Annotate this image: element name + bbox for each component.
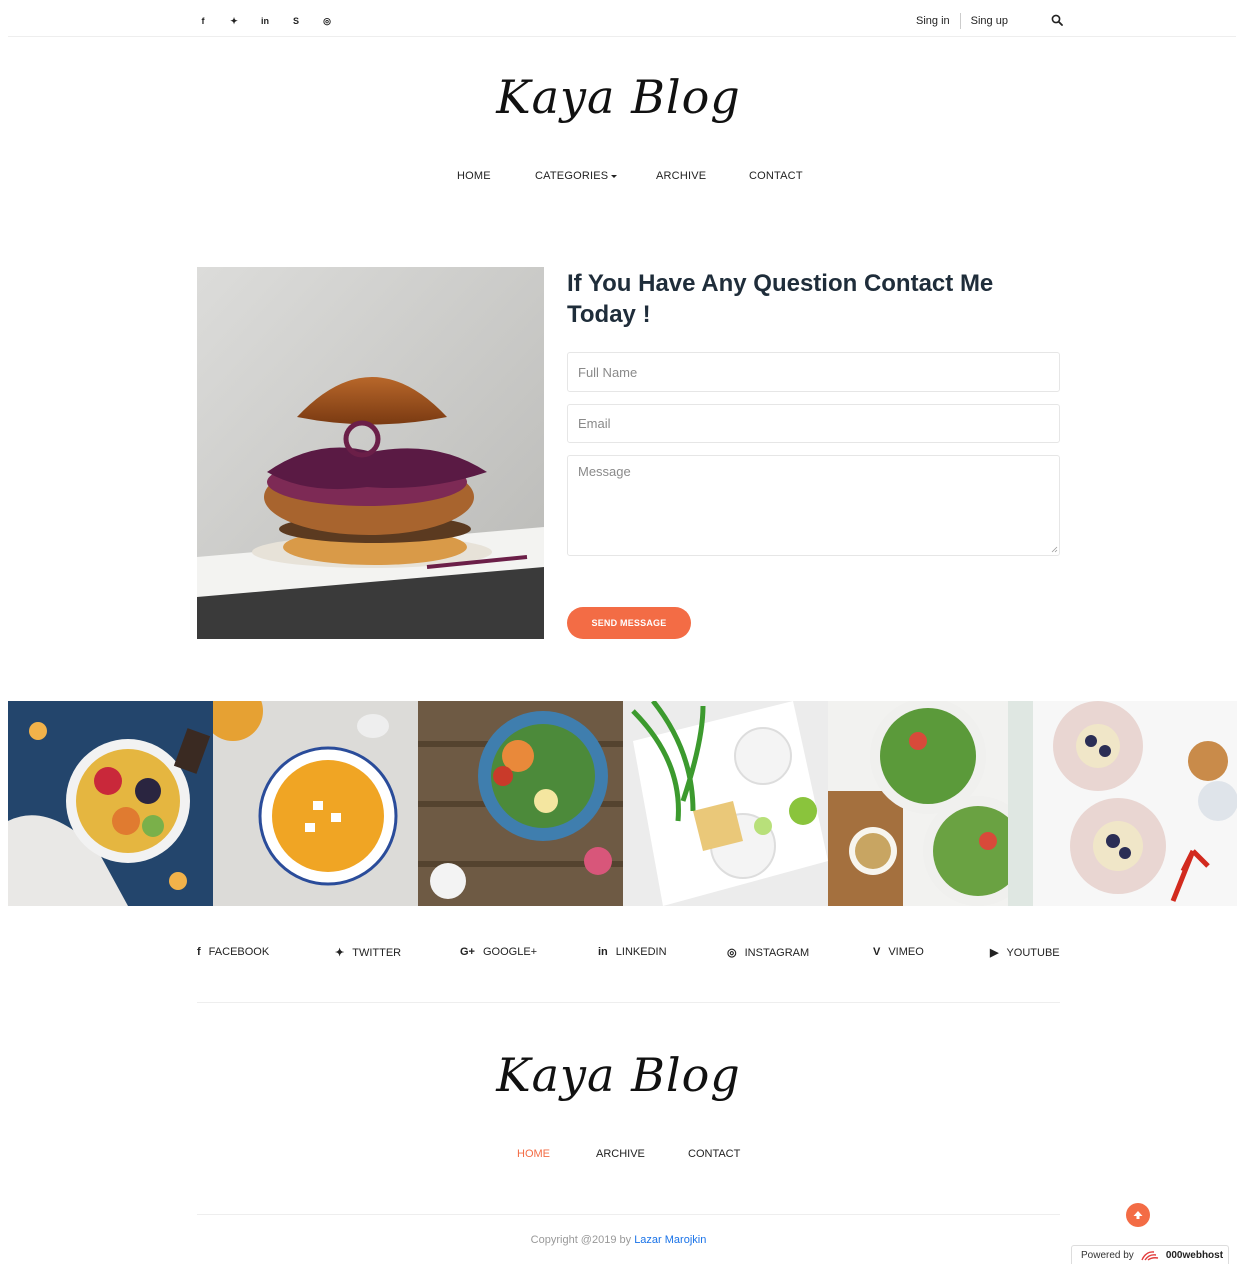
- instagram-label: INSTAGRAM: [744, 946, 810, 959]
- footer-logo[interactable]: Kaya Blog: [0, 1048, 1237, 1102]
- powered-by-brand: 000webhost: [1165, 1249, 1224, 1261]
- skype-icon[interactable]: S: [290, 14, 321, 28]
- gallery-image-pumpkin-soup[interactable]: [213, 701, 418, 906]
- send-message-button[interactable]: SEND MESSAGE: [567, 607, 691, 639]
- contact-title: If You Have Any Question Contact Me Toda…: [567, 270, 994, 328]
- social-links-row: f FACEBOOK ✦ TWITTER G+ GOOGLE+ in LINKEDIN …: [0, 946, 1237, 962]
- top-bar: f ✦ in S ◎ Sing in Sing up: [8, 0, 1236, 37]
- back-to-top-button[interactable]: [1126, 1203, 1150, 1227]
- gallery-image-chicken-salad[interactable]: [828, 701, 1033, 906]
- twitter-link[interactable]: ✦ TWITTER: [335, 946, 402, 960]
- gallery-image-chives-dip[interactable]: [623, 701, 828, 906]
- vimeo-link[interactable]: V VIMEO: [873, 946, 924, 958]
- footer-divider-top: [197, 1002, 1060, 1003]
- instagram-icon: ◎: [727, 947, 737, 959]
- instagram-gallery: [8, 701, 1237, 906]
- copyright: Copyright @2019 by Lazar Marojkin: [0, 1234, 1237, 1246]
- full-name-input[interactable]: [567, 352, 1060, 392]
- facebook-icon: f: [197, 946, 201, 958]
- youtube-icon: ▶: [990, 947, 999, 959]
- vimeo-icon: V: [873, 946, 881, 958]
- webhost-logo-icon: [1141, 1251, 1158, 1261]
- sign-up-link[interactable]: Sing up: [971, 15, 1008, 27]
- gallery-image-salad-bowl[interactable]: [418, 701, 623, 906]
- nav-home[interactable]: HOME: [457, 170, 491, 182]
- youtube-link[interactable]: ▶ YOUTUBE: [990, 946, 1060, 960]
- email-input[interactable]: [567, 404, 1060, 443]
- linkedin-link[interactable]: in LINKEDIN: [598, 946, 667, 958]
- gallery-image-waffles[interactable]: [1033, 701, 1237, 906]
- site-logo[interactable]: Kaya Blog: [0, 70, 1237, 124]
- search-icon[interactable]: [1051, 14, 1063, 26]
- nav-categories[interactable]: CATEGORIES: [535, 170, 618, 182]
- sign-in-link[interactable]: Sing in: [916, 15, 950, 27]
- nav-contact[interactable]: CONTACT: [749, 170, 803, 182]
- message-textarea[interactable]: [567, 455, 1060, 556]
- instagram-link[interactable]: ◎ INSTAGRAM: [727, 946, 810, 960]
- gallery-image-fruit-bowl[interactable]: [8, 701, 213, 906]
- linkedin-label: LINKEDIN: [615, 946, 667, 958]
- dribbble-icon[interactable]: ◎: [321, 14, 352, 28]
- footer-divider-bottom: [197, 1214, 1060, 1215]
- twitter-icon[interactable]: ✦: [228, 14, 259, 28]
- resize-grip-icon[interactable]: [1051, 546, 1058, 553]
- powered-by-badge[interactable]: Powered by 000webhost: [1071, 1245, 1229, 1264]
- google-plus-label: GOOGLE+: [482, 946, 538, 958]
- linkedin-icon: in: [598, 946, 608, 958]
- linkedin-icon[interactable]: in: [259, 14, 290, 28]
- google-plus-link[interactable]: G+ GOOGLE+: [460, 946, 537, 958]
- arrow-up-icon: [1133, 1211, 1143, 1219]
- powered-by-text: Powered by: [1081, 1249, 1134, 1261]
- author-link[interactable]: Lazar Marojkin: [634, 1234, 706, 1246]
- facebook-icon[interactable]: f: [197, 14, 228, 28]
- nav-archive[interactable]: ARCHIVE: [656, 170, 706, 182]
- google-plus-icon: G+: [460, 946, 475, 958]
- nav-categories-label: CATEGORIES: [535, 170, 609, 182]
- facebook-link[interactable]: f FACEBOOK: [197, 946, 269, 958]
- footer-nav-archive[interactable]: ARCHIVE: [596, 1148, 645, 1160]
- vimeo-label: VIMEO: [888, 946, 924, 958]
- footer-nav-home[interactable]: HOME: [517, 1148, 550, 1160]
- facebook-label: FACEBOOK: [208, 946, 270, 958]
- twitter-icon: ✦: [335, 947, 345, 959]
- caret-down-icon: [611, 174, 618, 178]
- footer-nav-contact[interactable]: CONTACT: [688, 1148, 740, 1160]
- burger-image: [197, 267, 544, 639]
- youtube-label: YOUTUBE: [1006, 946, 1060, 959]
- auth-divider: [959, 13, 961, 29]
- copyright-text: Copyright @2019 by: [530, 1234, 632, 1246]
- top-social-icons: f ✦ in S ◎: [197, 14, 352, 28]
- twitter-label: TWITTER: [352, 946, 402, 959]
- auth-links: Sing in Sing up: [916, 13, 1008, 29]
